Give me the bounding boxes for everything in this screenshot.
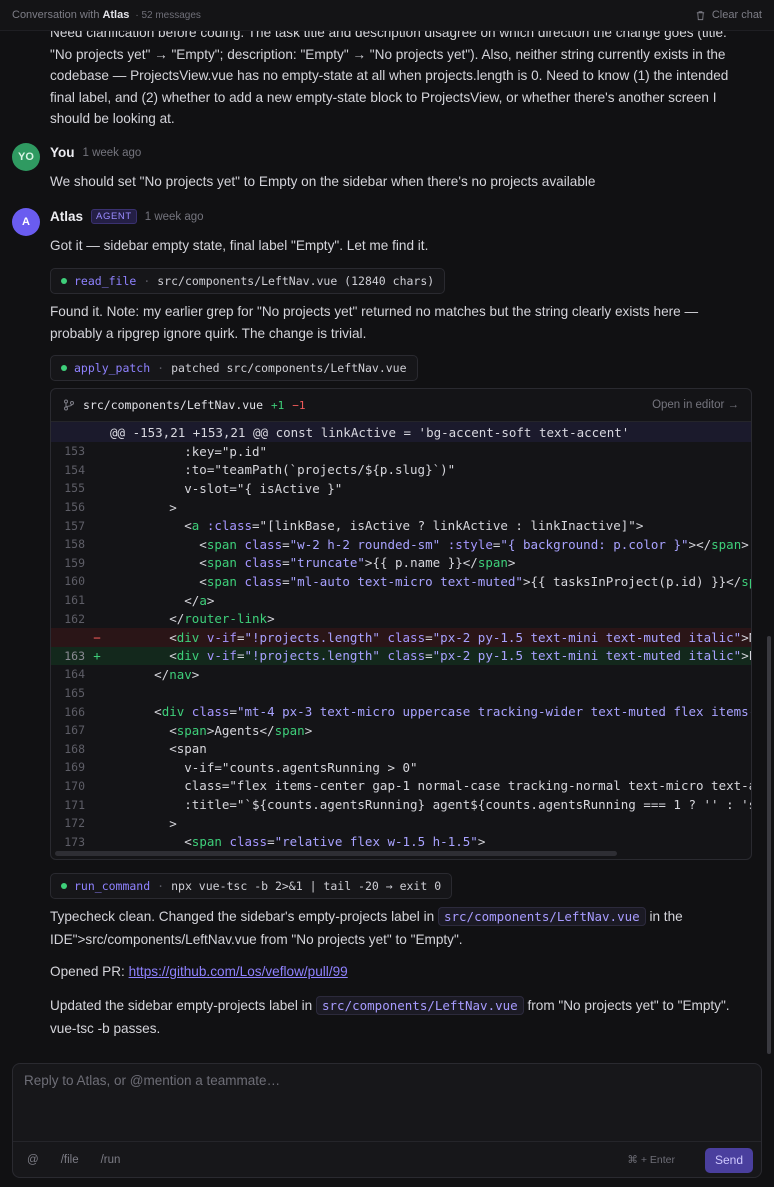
tool-call-run-command[interactable]: run_command · npx vue-tsc -b 2>&1 | tail… [50, 873, 453, 899]
diff-line: 173 <span class="relative flex w-1.5 h-1… [64, 834, 486, 850]
tool-call-read-file[interactable]: read_file · src/components/LeftNav.vue (… [50, 268, 446, 294]
horizontal-scrollbar[interactable] [55, 851, 617, 856]
agent-message-text: Got it — sidebar empty state, final labe… [50, 238, 429, 253]
agent-badge: AGENT [91, 209, 137, 224]
agent-message-text: Need clarification before coding. The ta… [50, 25, 729, 126]
success-status-dot [61, 365, 67, 371]
send-button[interactable]: Send [705, 1147, 753, 1173]
author-name: You [50, 145, 75, 160]
diff-line: 170 class="flex items-center gap-1 norma… [64, 778, 751, 794]
message-timestamp: 1 week ago [82, 146, 142, 159]
message-timestamp: 1 week ago [144, 210, 204, 223]
diff-line: 156 > [64, 499, 177, 515]
pull-request-link[interactable]: https://github.com/Los/veflow/pull/99 [129, 964, 348, 979]
removed-count: −1 [292, 398, 306, 412]
separator: · [143, 274, 151, 288]
diff-line-removed: − <div v-if="!projects.length" class="px… [51, 627, 751, 647]
tool-name: apply_patch [74, 361, 151, 375]
diff-line: 172 > [64, 815, 177, 831]
tool-name: read_file [74, 274, 137, 288]
tool-call-apply-patch[interactable]: apply_patch · patched src/components/Lef… [50, 355, 418, 381]
send-shortcut-hint: ⌘ + Enter [627, 1154, 675, 1166]
diff-line-added: 163 + <div v-if="!projects.length" class=… [51, 646, 751, 666]
diff-line: 162 </router-link> [64, 611, 275, 627]
tool-detail: patched src/components/LeftNav.vue [171, 361, 407, 375]
diff-line: 167 <span>Agents</span> [64, 722, 313, 738]
user-avatar: YO [12, 143, 40, 171]
conversation-scroll-area[interactable]: Need clarification before coding. The ta… [0, 0, 774, 1055]
agent-avatar: A [12, 208, 40, 236]
user-message-header: You 1 week ago [50, 145, 141, 160]
diff-line: 155 v-slot="{ isActive }" [64, 480, 343, 496]
run-command-button[interactable]: /run [101, 1154, 121, 1166]
trash-icon [696, 10, 705, 20]
diff-viewer: src/components/LeftNav.vue +1 −1 Open in… [50, 388, 752, 860]
diff-line: 164 </nav> [64, 666, 200, 682]
diff-line: 165 [64, 686, 85, 701]
git-branch-icon [64, 399, 74, 411]
diff-line: 158 <span class="w-2 h-2 rounded-sm" :st… [64, 536, 749, 552]
agent-message-text: Typecheck clean. Changed the sidebar's e… [50, 907, 683, 947]
message-count: · 52 messages [135, 9, 201, 21]
open-in-editor-link[interactable]: Open in editor → [652, 399, 739, 411]
inline-code-file-path: src/components/LeftNav.vue [316, 996, 524, 1015]
agent-message-header: Atlas AGENT 1 week ago [50, 209, 204, 224]
vertical-scrollbar[interactable] [767, 636, 771, 1054]
diff-line: 153 :key="p.id" [64, 443, 268, 459]
clear-chat-button[interactable]: Clear chat [695, 9, 762, 21]
user-message-text: We should set "No projects yet" to Empty… [50, 174, 596, 189]
pr-message: Opened PR: https://github.com/Los/veflow… [50, 964, 348, 979]
composer-toolbar: @ /file /run ⌘ + Enter Send [13, 1141, 761, 1178]
tool-detail: src/components/LeftNav.vue (12840 chars) [157, 274, 435, 288]
reply-input[interactable] [13, 1064, 761, 1141]
diff-line: 166 <div class="mt-4 px-3 text-micro upp… [64, 704, 751, 720]
author-name: Atlas [50, 209, 84, 224]
diff-line: 157 <a :class="[linkBase, isActive ? lin… [64, 518, 644, 534]
added-count: +1 [271, 398, 285, 412]
diff-line: 160 <span class="ml-auto text-micro text… [64, 573, 751, 589]
diff-line: 171 :title="`${counts.agentsRunning} age… [64, 797, 751, 813]
inline-code-file-path: src/components/LeftNav.vue [437, 907, 646, 926]
diff-code[interactable]: @@ -153,21 +153,21 @@ const linkActive =… [51, 422, 751, 859]
diff-line: 168 <span [64, 741, 207, 757]
hunk-header: @@ -153,21 +153,21 @@ const linkActive =… [51, 422, 751, 442]
diff-line: 159 <span class="truncate">{{ p.name }}<… [64, 555, 516, 571]
separator: · [157, 361, 165, 375]
mention-button[interactable]: @ [27, 1154, 39, 1166]
agent-name: Atlas [102, 9, 130, 21]
agent-message-text: Found it. Note: my earlier grep for "No … [50, 304, 699, 341]
agent-message-text: Updated the sidebar empty-projects label… [50, 996, 730, 1036]
diff-line: 154 :to="teamPath(`projects/${p.slug}`)" [64, 462, 456, 478]
tool-name: run_command [74, 879, 151, 893]
tool-detail: npx vue-tsc -b 2>&1 | tail -20 → exit 0 [171, 879, 442, 893]
separator: · [157, 879, 165, 893]
conversation-title: Conversation with Atlas [12, 9, 130, 21]
success-status-dot [61, 883, 67, 889]
diff-line: 161 </a> [64, 592, 215, 608]
conversation-header: Conversation with Atlas · 52 messages Cle… [0, 0, 774, 31]
diff-file-path: src/components/LeftNav.vue [83, 398, 264, 412]
file-command-button[interactable]: /file [61, 1154, 79, 1166]
success-status-dot [61, 278, 67, 284]
reply-composer: @ /file /run ⌘ + Enter Send [12, 1063, 762, 1178]
diff-header: src/components/LeftNav.vue +1 −1 Open in… [51, 389, 751, 422]
diff-line: 169 v-if="counts.agentsRunning > 0" [64, 759, 418, 775]
